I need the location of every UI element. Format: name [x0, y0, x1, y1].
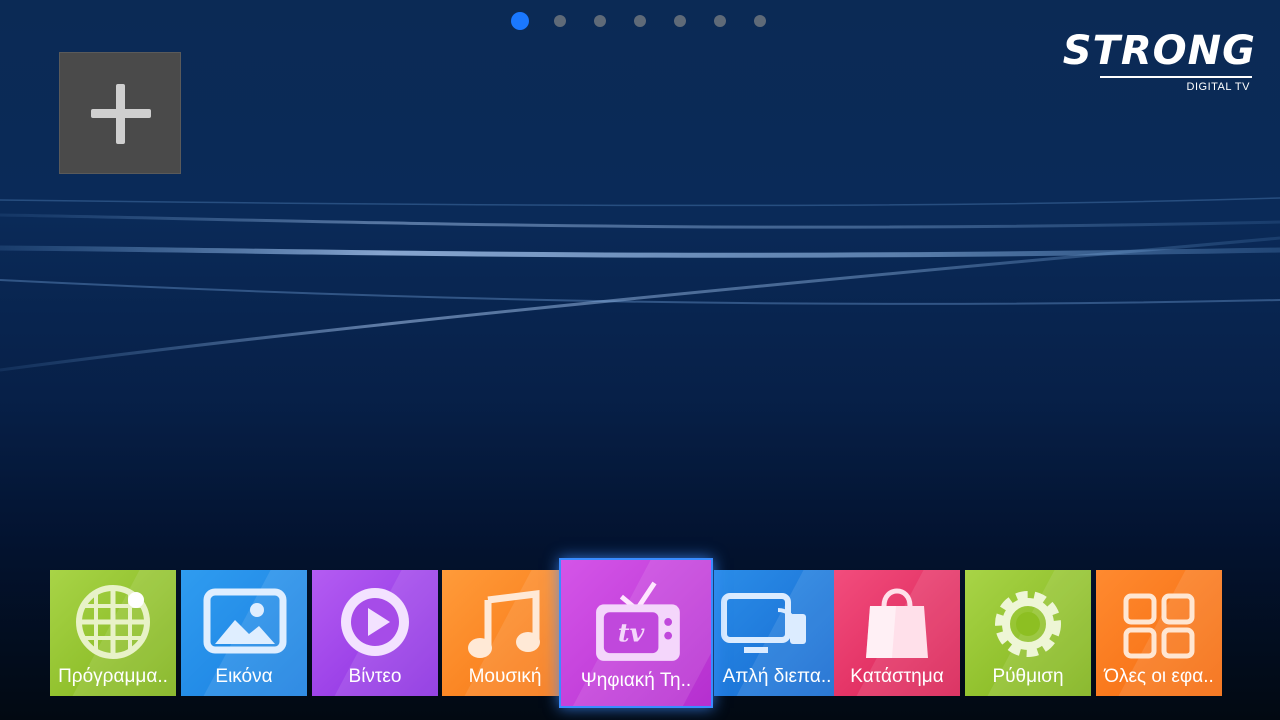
- app-tile-program-guide[interactable]: Πρόγραμμα..: [50, 570, 176, 696]
- app-label: Ρύθμιση: [992, 666, 1064, 687]
- play-circle-icon: [341, 588, 409, 656]
- globe-grid-icon: [76, 585, 150, 659]
- picture-icon: [203, 588, 287, 654]
- app-dock: Πρόγραμμα.. Εικόνα Βίντεο Μουσική Απλή δ…: [0, 558, 1280, 720]
- app-label: Μουσική: [468, 666, 542, 687]
- logo-underline: [1100, 76, 1252, 78]
- add-shortcut-button[interactable]: [59, 52, 181, 174]
- app-label: Ψηφιακή Τη..: [580, 670, 692, 691]
- shopping-bag-icon: [866, 588, 928, 658]
- page-dot[interactable]: [714, 15, 726, 27]
- brand-subtitle: DIGITAL TV: [1186, 81, 1250, 93]
- music-note-icon: [468, 590, 540, 658]
- page-dot[interactable]: [754, 15, 766, 27]
- apps-grid-icon: [1123, 593, 1195, 659]
- screen-cast-icon: [721, 593, 806, 653]
- app-tile-settings[interactable]: Ρύθμιση: [965, 570, 1091, 696]
- app-tile-images[interactable]: Εικόνα: [181, 570, 307, 696]
- app-label: Απλή διεπα..: [722, 666, 832, 687]
- tv-icon: tv: [596, 581, 680, 661]
- app-label: Όλες οι εφα..: [1104, 666, 1214, 687]
- app-label: Πρόγραμμα..: [58, 666, 168, 687]
- svg-text:tv: tv: [618, 617, 645, 647]
- page-dot[interactable]: [634, 15, 646, 27]
- app-label: Εικόνα: [215, 666, 273, 687]
- gear-icon: [995, 591, 1061, 657]
- app-tile-store[interactable]: Κατάστημα: [834, 570, 960, 696]
- brand-name: STRONG: [1062, 28, 1256, 74]
- brand-logo: STRONG DIGITAL TV: [1030, 28, 1256, 98]
- page-dot[interactable]: [554, 15, 566, 27]
- app-tile-music[interactable]: Μουσική: [442, 570, 568, 696]
- page-dot[interactable]: [511, 12, 529, 30]
- app-tile-focused[interactable]: tv Ψηφιακή Τη..: [559, 558, 713, 708]
- app-tile-all-apps[interactable]: Όλες οι εφα..: [1096, 570, 1222, 696]
- app-label: Κατάστημα: [850, 666, 944, 687]
- app-tile-digital-tv[interactable]: Απλή διεπα..: [714, 570, 840, 696]
- page-dot[interactable]: [594, 15, 606, 27]
- page-dot[interactable]: [674, 15, 686, 27]
- app-label: Βίντεο: [348, 666, 402, 687]
- app-tile-video[interactable]: Βίντεο: [312, 570, 438, 696]
